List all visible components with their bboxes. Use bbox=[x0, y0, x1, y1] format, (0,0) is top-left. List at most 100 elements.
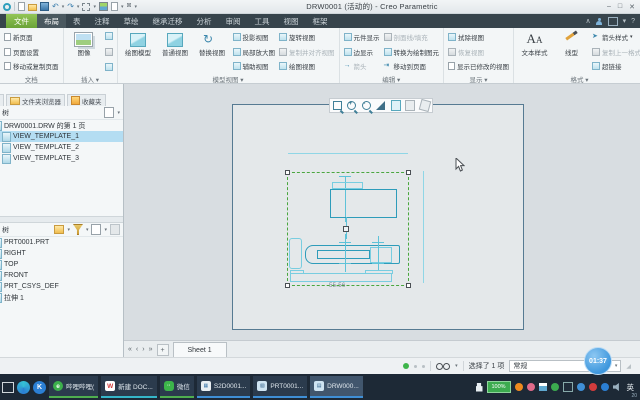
new-file-icon[interactable] bbox=[18, 2, 25, 11]
last-sheet-icon[interactable]: » bbox=[149, 346, 153, 353]
tab-folder-browser[interactable]: 文件夹浏览器 bbox=[6, 94, 65, 106]
selection-handle[interactable] bbox=[406, 170, 411, 175]
symbol-icon[interactable] bbox=[104, 63, 113, 71]
user-account-icon[interactable] bbox=[596, 17, 603, 25]
move-to-sheet-button[interactable]: ⇥ 移动到页面 bbox=[384, 59, 440, 73]
tab-tools[interactable]: 工具 bbox=[248, 14, 277, 28]
open-file-icon[interactable] bbox=[28, 4, 37, 11]
tree-item-view-template-1[interactable]: VIEW_TEMPLATE_1 bbox=[0, 131, 123, 142]
erase-view-button[interactable]: 拭除视图 bbox=[448, 30, 509, 44]
projection-view-button[interactable]: 投影视图 bbox=[232, 30, 276, 44]
add-sheet-button[interactable]: + bbox=[156, 344, 169, 356]
auxiliary-view-button[interactable]: 辅助视图 bbox=[232, 59, 276, 73]
battery-indicator[interactable]: 100% bbox=[486, 381, 511, 393]
line-style-button[interactable]: 线型 bbox=[555, 30, 588, 73]
tab-model-tree-stub[interactable] bbox=[0, 94, 4, 106]
minimize-ribbon-icon[interactable]: ∧ bbox=[585, 17, 590, 25]
recording-timer-overlay[interactable]: 01:37 bbox=[584, 347, 612, 375]
tray-pen-icon[interactable] bbox=[562, 382, 573, 392]
window-layout-icon[interactable] bbox=[607, 16, 618, 26]
tab-table[interactable]: 表 bbox=[66, 14, 88, 28]
zoom-out-icon[interactable]: - bbox=[361, 100, 372, 111]
taskbar-app-drw0001[interactable]: ▤ DRW000... bbox=[310, 376, 363, 398]
tab-annotate[interactable]: 注释 bbox=[88, 14, 117, 28]
tree-item-view-template-2[interactable]: VIEW_TEMPLATE_2 bbox=[0, 142, 123, 153]
show-icon[interactable] bbox=[54, 225, 65, 234]
component-display-button[interactable]: 元件显示 bbox=[343, 30, 380, 44]
taskbar-app-wps-doc[interactable]: W 新建 DOC... bbox=[101, 376, 157, 398]
regenerate-icon[interactable] bbox=[98, 2, 108, 11]
tray-green-icon[interactable] bbox=[550, 383, 559, 391]
tree-item-right[interactable]: RIGHT bbox=[0, 248, 123, 259]
previous-view-icon[interactable] bbox=[390, 100, 401, 111]
copy-align-view-button[interactable]: 复制并对齐视图 bbox=[279, 45, 335, 59]
taskbar-app-wechat[interactable]: ·· 微信 bbox=[159, 376, 194, 398]
display-settings-icon[interactable] bbox=[418, 98, 431, 113]
options-caret-icon[interactable]: ▾ bbox=[623, 17, 627, 25]
general-view-button[interactable]: 普通视图 bbox=[159, 30, 192, 73]
tray-photo-icon[interactable] bbox=[538, 383, 547, 391]
tab-legacy-migration[interactable]: 继承迁移 bbox=[146, 14, 190, 28]
tree-item-top[interactable]: TOP bbox=[0, 259, 123, 270]
zoom-in-icon[interactable]: + bbox=[346, 100, 357, 111]
filter-icon[interactable] bbox=[72, 224, 83, 235]
arrow-style-button[interactable]: ➤ 箭头样式 ▾ bbox=[592, 30, 640, 44]
tray-orange-icon[interactable] bbox=[514, 383, 523, 391]
sheet-tab-active[interactable]: Sheet 1 bbox=[172, 342, 227, 357]
tab-layout[interactable]: 布局 bbox=[37, 14, 66, 28]
show-modified-views-button[interactable]: 显示已修改的视图 bbox=[448, 59, 509, 73]
k-app-icon[interactable]: K bbox=[33, 380, 46, 394]
windows-icon[interactable] bbox=[110, 2, 118, 11]
selection-handle[interactable] bbox=[406, 283, 411, 288]
hatching-button[interactable]: 剖面线/填充 bbox=[383, 30, 440, 44]
object-icon[interactable] bbox=[104, 47, 113, 56]
task-view-icon[interactable] bbox=[2, 381, 14, 393]
next-sheet-icon[interactable]: › bbox=[142, 346, 144, 353]
taskbar-app-s2d0001[interactable]: ▦ S2D0001... bbox=[196, 376, 251, 398]
ime-indicator[interactable]: 英 bbox=[625, 382, 635, 393]
drawing-view-button[interactable]: 绘图视图 bbox=[279, 59, 335, 73]
arrows-button[interactable]: → 箭头 bbox=[344, 59, 380, 73]
tree-item-front[interactable]: FRONT bbox=[0, 270, 123, 281]
tree-item-part[interactable]: PRT0001.PRT bbox=[0, 237, 123, 248]
replace-view-button[interactable]: ↻ 替换视图 bbox=[196, 30, 229, 73]
copy-format-button[interactable]: 复制上一格式 bbox=[592, 45, 640, 59]
refit-icon[interactable] bbox=[375, 100, 386, 111]
previous-sheet-icon[interactable]: ‹ bbox=[136, 346, 138, 353]
close-button[interactable]: ✕ bbox=[629, 3, 635, 11]
selection-handle[interactable] bbox=[285, 283, 290, 288]
taskbar-app-prt0001[interactable]: ▧ PRT0001... bbox=[253, 376, 308, 398]
save-icon[interactable] bbox=[40, 2, 49, 11]
tray-red-icon[interactable] bbox=[588, 383, 597, 391]
drawing-models-button[interactable]: 绘图模型 bbox=[122, 30, 155, 73]
import-drawing-icon[interactable] bbox=[104, 32, 113, 40]
tree-columns-icon[interactable] bbox=[91, 224, 102, 235]
revolved-view-button[interactable]: 旋转视图 bbox=[279, 30, 335, 44]
minimize-button[interactable]: – bbox=[607, 3, 611, 11]
box-zoom-icon[interactable] bbox=[332, 100, 343, 111]
tray-flower-icon[interactable] bbox=[526, 383, 535, 391]
taskbar-app-bilibili[interactable]: e 哔哩哔哩( bbox=[49, 376, 99, 398]
page-setup-button[interactable]: 页面设置 bbox=[4, 45, 59, 59]
resume-view-button[interactable]: 恢复视图 bbox=[448, 45, 509, 59]
resize-grip[interactable]: ◢ bbox=[626, 363, 632, 370]
image-button[interactable]: 图像 bbox=[68, 30, 101, 73]
tab-favorites[interactable]: 收藏夹 bbox=[67, 94, 106, 106]
close-window-icon[interactable]: ⊠ bbox=[126, 2, 131, 11]
detailed-view-button[interactable]: 局部放大图 bbox=[232, 45, 275, 59]
select-mode-icon[interactable] bbox=[82, 2, 91, 11]
hyperlink-button[interactable]: 超链接 bbox=[592, 59, 640, 73]
new-sheet-button[interactable]: 新页面 bbox=[4, 30, 59, 44]
tray-c-icon[interactable] bbox=[600, 383, 609, 391]
tree-settings-icon[interactable] bbox=[104, 107, 115, 118]
drawing-canvas[interactable]: 55.56 + - bbox=[124, 84, 640, 340]
tree-item-sheet[interactable]: DRW0001.DRW 的第 1 页 bbox=[0, 120, 123, 131]
text-style-button[interactable]: AA 文本样式 bbox=[518, 30, 551, 73]
convert-to-draft-button[interactable]: 转换为绘制图元 bbox=[383, 45, 439, 59]
tab-analysis[interactable]: 分析 bbox=[190, 14, 219, 28]
file-menu-button[interactable]: 文件 bbox=[6, 14, 37, 28]
edge-display-button[interactable]: 边显示 bbox=[343, 45, 380, 59]
restore-button[interactable]: □ bbox=[618, 3, 622, 11]
search-tool-icon[interactable] bbox=[436, 362, 451, 370]
undo-icon[interactable]: ↶ bbox=[52, 2, 59, 11]
